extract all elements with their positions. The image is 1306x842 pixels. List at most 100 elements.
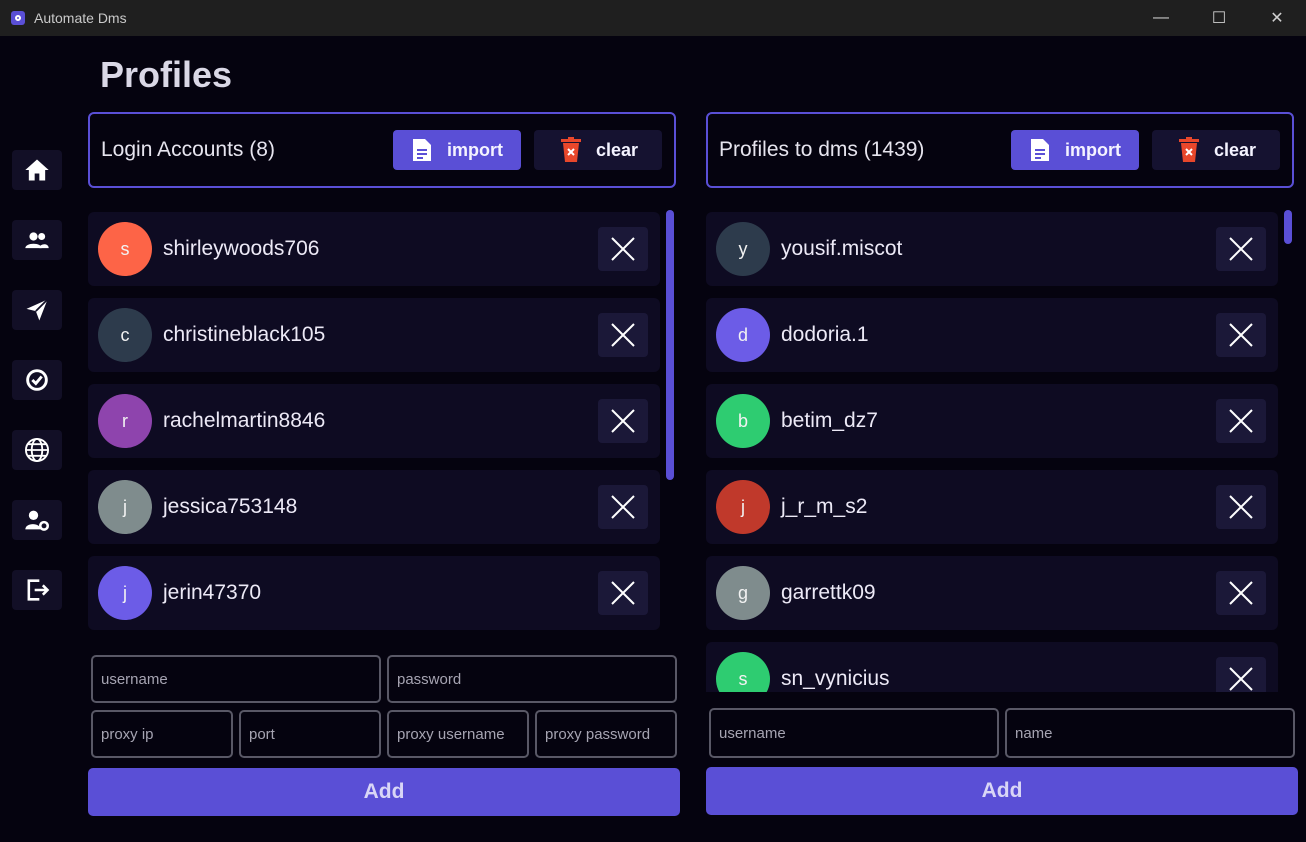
list-item: j j_r_m_s2: [706, 470, 1278, 544]
remove-button[interactable]: [598, 399, 648, 443]
add-profile-button[interactable]: Add: [706, 767, 1298, 815]
list-item: j jessica753148: [88, 470, 660, 544]
sidebar-item-users[interactable]: [12, 220, 62, 260]
remove-button[interactable]: [1216, 399, 1266, 443]
avatar: j: [716, 480, 770, 534]
window-title: Automate Dms: [34, 10, 127, 26]
close-icon: [611, 237, 635, 261]
sidebar-item-globe[interactable]: [12, 430, 62, 470]
remove-button[interactable]: [1216, 227, 1266, 271]
avatar: j: [98, 480, 152, 534]
login-accounts-import-button[interactable]: import: [393, 130, 521, 170]
list-item: g garrettk09: [706, 556, 1278, 630]
logout-icon: [27, 579, 50, 601]
clear-label: clear: [596, 139, 639, 160]
list-item: r rachelmartin8846: [88, 384, 660, 458]
remove-button[interactable]: [598, 485, 648, 529]
login-password-input[interactable]: [387, 655, 677, 703]
import-label: import: [1065, 139, 1121, 160]
add-login-account-button[interactable]: Add: [88, 768, 680, 816]
avatar: d: [716, 308, 770, 362]
document-icon: [1031, 139, 1049, 161]
username-label: yousif.miscot: [781, 237, 903, 260]
remove-button[interactable]: [598, 227, 648, 271]
login-accounts-scrollbar[interactable]: [666, 210, 674, 480]
avatar: s: [716, 652, 770, 692]
proxy-password-input[interactable]: [535, 710, 677, 758]
login-username-input[interactable]: [91, 655, 381, 703]
proxy-port-input[interactable]: [239, 710, 381, 758]
avatar: b: [716, 394, 770, 448]
login-accounts-title: Login Accounts (8): [101, 138, 275, 161]
login-accounts-header: Login Accounts (8) import clear: [88, 112, 676, 188]
document-icon: [413, 139, 431, 161]
remove-button[interactable]: [1216, 657, 1266, 692]
profile-username-input[interactable]: [709, 708, 999, 758]
username-label: betim_dz7: [781, 409, 878, 432]
close-icon: [611, 581, 635, 605]
sidebar-item-user-settings[interactable]: [12, 500, 62, 540]
avatar: r: [98, 394, 152, 448]
profiles-import-button[interactable]: import: [1011, 130, 1139, 170]
clear-label: clear: [1214, 139, 1257, 160]
avatar: s: [98, 222, 152, 276]
page-title: Profiles: [100, 54, 233, 95]
list-item: c christineblack105: [88, 298, 660, 372]
username-label: jessica753148: [163, 495, 298, 518]
globe-icon: [24, 437, 50, 463]
list-item: s sn_vynicius: [706, 642, 1278, 692]
proxy-username-input[interactable]: [387, 710, 529, 758]
username-label: dodoria.1: [781, 323, 869, 346]
avatar: j: [98, 566, 152, 620]
list-item: b betim_dz7: [706, 384, 1278, 458]
remove-button[interactable]: [598, 313, 648, 357]
sidebar-item-logout[interactable]: [12, 570, 62, 610]
username-label: garrettk09: [781, 581, 876, 604]
login-accounts-clear-button[interactable]: clear: [534, 130, 662, 170]
home-icon: [25, 159, 49, 181]
list-item: j jerin47370: [88, 556, 660, 630]
remove-button[interactable]: [1216, 571, 1266, 615]
app-logo-icon: [11, 11, 25, 25]
list-item: s shirleywoods706: [88, 212, 660, 286]
avatar: g: [716, 566, 770, 620]
trash-icon: [1179, 137, 1199, 162]
users-icon: [25, 232, 49, 249]
sidebar-item-send[interactable]: [12, 290, 62, 330]
profiles-scrollbar[interactable]: [1284, 210, 1292, 244]
remove-button[interactable]: [598, 571, 648, 615]
minimize-button[interactable]: —: [1132, 0, 1190, 36]
sidebar-item-check[interactable]: [12, 360, 62, 400]
close-window-button[interactable]: ✕: [1248, 0, 1306, 36]
close-icon: [1229, 495, 1253, 519]
close-icon: [1229, 323, 1253, 347]
profiles-clear-button[interactable]: clear: [1152, 130, 1280, 170]
trash-icon: [561, 137, 581, 162]
username-label: rachelmartin8846: [163, 409, 326, 432]
send-icon: [26, 298, 49, 321]
proxy-ip-input[interactable]: [91, 710, 233, 758]
remove-button[interactable]: [1216, 313, 1266, 357]
list-item: y yousif.miscot: [706, 212, 1278, 286]
login-accounts-list: s shirleywoods706 c christineblack105 r rache…: [88, 212, 660, 630]
close-icon: [1229, 409, 1253, 433]
username-label: christineblack105: [163, 323, 326, 346]
profiles-to-dms-title: Profiles to dms (1439): [719, 138, 925, 161]
maximize-button[interactable]: ☐: [1190, 0, 1248, 36]
user-settings-icon: [25, 510, 50, 531]
close-icon: [611, 323, 635, 347]
sidebar-item-home[interactable]: [12, 150, 62, 190]
profiles-to-dms-list: y yousif.miscot d dodoria.1 b betim_dz7j j_r_m…: [706, 212, 1278, 692]
remove-button[interactable]: [1216, 485, 1266, 529]
username-label: sn_vynicius: [781, 667, 890, 690]
username-label: j_r_m_s2: [781, 495, 868, 518]
close-icon: [611, 409, 635, 433]
import-label: import: [447, 139, 503, 160]
avatar: c: [98, 308, 152, 362]
list-item: d dodoria.1: [706, 298, 1278, 372]
close-icon: [1229, 581, 1253, 605]
close-icon: [611, 495, 635, 519]
close-icon: [1229, 667, 1253, 691]
profiles-to-dms-header: Profiles to dms (1439) import clear: [706, 112, 1294, 188]
profile-name-input[interactable]: [1005, 708, 1295, 758]
